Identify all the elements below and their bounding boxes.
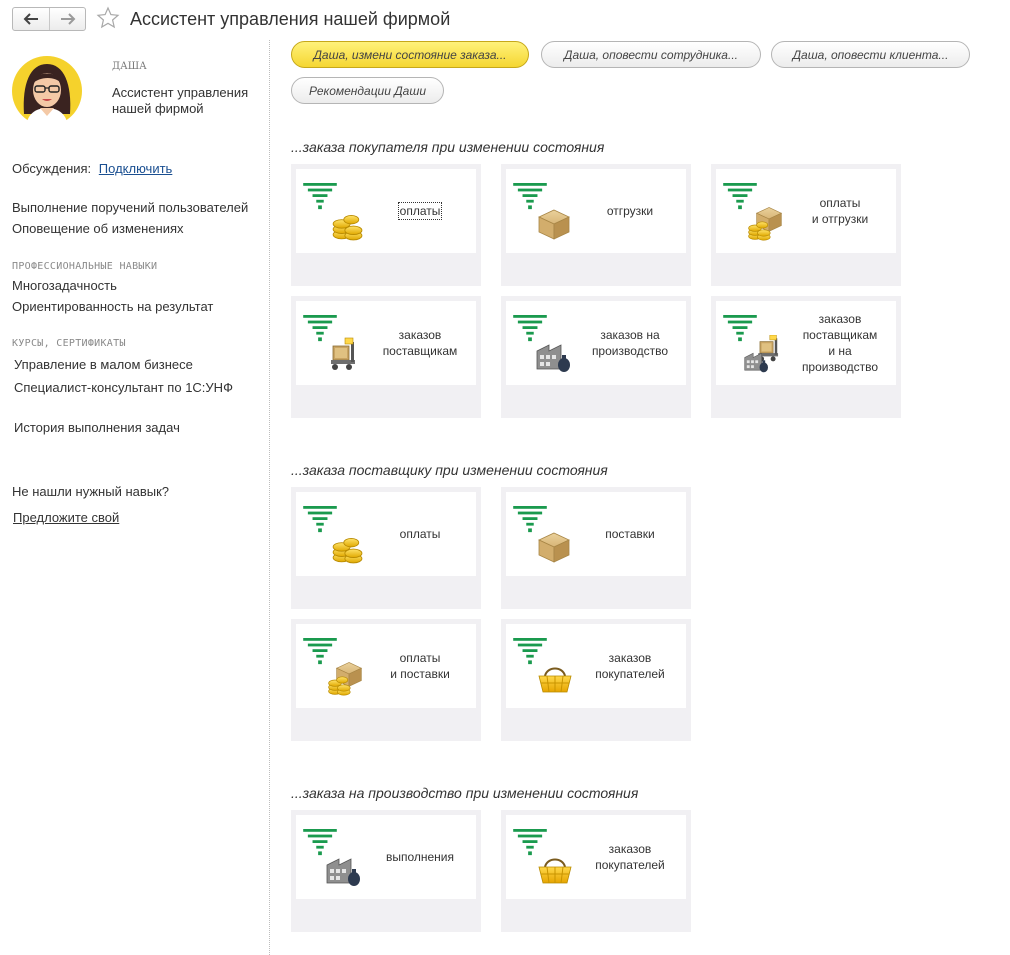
basket-icon: [513, 829, 572, 884]
forward-button[interactable]: [49, 8, 85, 30]
section-title: ...заказа на производство при изменении …: [291, 785, 639, 801]
duty-item: Оповещение об изменениях: [12, 221, 184, 236]
skill-tile[interactable]: заказов поставщикам: [291, 296, 481, 418]
arrow-right-icon: [60, 13, 75, 25]
page-title: Ассистент управления нашей фирмой: [130, 9, 451, 29]
tile-label: отгрузки: [606, 204, 654, 218]
skill-tile[interactable]: оплаты: [291, 164, 481, 286]
skill-tile[interactable]: поставки: [501, 487, 691, 609]
task-history-link[interactable]: История выполнения задач: [14, 420, 180, 435]
course-item: Специалист-консультант по 1С:УНФ: [14, 380, 233, 395]
notify-employee-button[interactable]: Даша, оповести сотрудника...: [541, 41, 761, 68]
connect-discussions-link[interactable]: Подключить: [99, 161, 173, 176]
box-coins-icon: [723, 183, 782, 241]
skill-item: Ориентированность на результат: [12, 299, 214, 314]
skill-item: Многозадачность: [12, 278, 117, 293]
factory-icon: [303, 829, 361, 887]
basket-icon: [513, 638, 572, 693]
assistant-profile-panel: ДАША Ассистент управления нашей фирмой О…: [0, 40, 270, 955]
skill-tile[interactable]: заказов поставщикам и на производство: [711, 296, 901, 418]
tile-label: заказов покупателей: [595, 651, 665, 681]
suggest-skill-link[interactable]: Предложите свой: [13, 510, 119, 525]
skill-tile[interactable]: заказов покупателей: [501, 619, 691, 741]
tile-label: оплаты: [399, 527, 441, 541]
skill-tile[interactable]: выполнения: [291, 810, 481, 932]
change-order-state-button[interactable]: Даша, измени состояние заказа...: [291, 41, 529, 68]
discussions-label: Обсуждения:: [12, 161, 92, 176]
duty-item: Выполнение поручений пользователей: [12, 200, 249, 215]
skill-tile[interactable]: оплаты и поставки: [291, 619, 481, 741]
skill-tile[interactable]: оплаты и отгрузки: [711, 164, 901, 286]
courses-header: КУРСЫ, СЕРТИФИКАТЫ: [12, 338, 126, 349]
title-bar: Ассистент управления нашей фирмой: [0, 0, 1010, 38]
back-button[interactable]: [13, 8, 49, 30]
skill-tile[interactable]: заказов на производство: [501, 296, 691, 418]
tile-label: заказов покупателей: [595, 842, 665, 872]
nav-buttons: [12, 7, 86, 31]
coins-icon: [303, 183, 363, 241]
tile-label: оплаты и поставки: [390, 651, 450, 681]
tile-label: заказов поставщикам: [382, 328, 458, 358]
pallet-truck-icon: [303, 315, 356, 371]
discussions-row: Обсуждения: Подключить: [12, 161, 172, 176]
section-title: ...заказа покупателя при изменении состо…: [291, 139, 605, 155]
recommendations-button[interactable]: Рекомендации Даши: [291, 77, 444, 104]
box-coins-icon: [303, 638, 362, 696]
tile-label: оплаты: [397, 202, 443, 220]
coins-icon: [303, 506, 363, 564]
avatar: [12, 56, 82, 126]
box-icon: [513, 506, 570, 563]
skill-tile[interactable]: оплаты: [291, 487, 481, 609]
skill-tile[interactable]: отгрузки: [501, 164, 691, 286]
truck-factory-icon: [723, 315, 779, 373]
assistant-description: Ассистент управления нашей фирмой: [112, 85, 249, 116]
tile-label: заказов поставщикам и на производство: [801, 312, 879, 374]
notify-client-button[interactable]: Даша, оповести клиента...: [771, 41, 970, 68]
tile-label: поставки: [605, 527, 655, 541]
factory-icon: [513, 315, 571, 373]
course-item: Управление в малом бизнесе: [14, 357, 193, 372]
tile-label: выполнения: [385, 850, 455, 864]
favorite-star-icon[interactable]: [96, 6, 120, 30]
tile-label: оплаты и отгрузки: [811, 196, 869, 226]
assistant-name: ДАША: [112, 61, 147, 72]
skill-tile[interactable]: заказов покупателей: [501, 810, 691, 932]
not-found-text: Не нашли нужный навык?: [12, 484, 170, 499]
tile-label: заказов на производство: [591, 328, 669, 358]
section-title: ...заказа поставщику при изменении состо…: [291, 462, 608, 478]
arrow-left-icon: [23, 13, 38, 25]
skills-header: ПРОФЕССИОНАЛЬНЫЕ НАВЫКИ: [12, 261, 158, 272]
box-icon: [513, 183, 570, 240]
